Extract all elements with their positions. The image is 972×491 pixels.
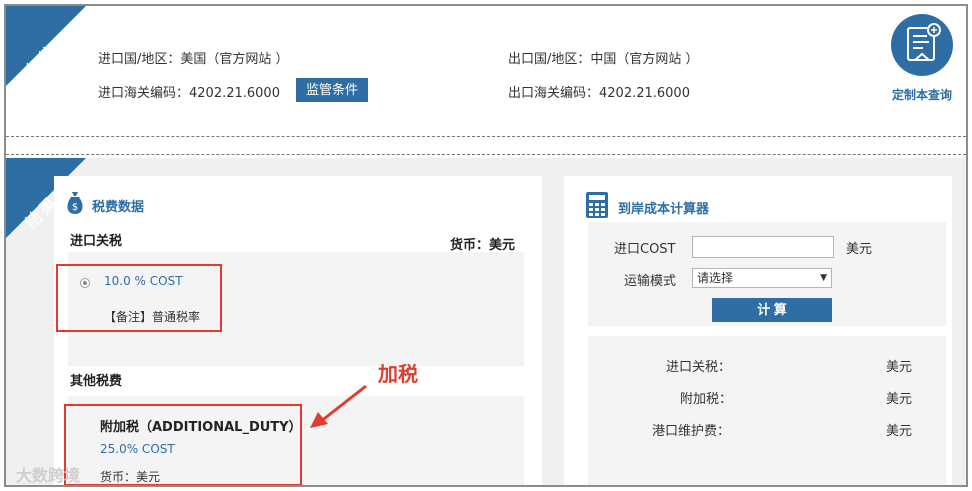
conditions-section: 条件 进口国/地区：美国（官方网站 ） 进口海关编码：4202.21.6000 … bbox=[6, 6, 966, 136]
divider-top bbox=[6, 136, 966, 137]
custom-query-label: 定制本查询 bbox=[891, 88, 952, 102]
custom-query-button[interactable]: 定制本查询 bbox=[884, 14, 960, 103]
result-import-duty-unit: 美元 bbox=[886, 360, 913, 375]
calculator-input-box: 进口COST 美元 运输模式 请选择 ▼ 计 算 bbox=[588, 222, 946, 326]
other-taxes-label: 其他税费 bbox=[70, 374, 123, 389]
money-bag-icon: $ bbox=[67, 192, 83, 214]
calculator-panel: 到岸成本计算器 进口COST 美元 运输模式 请选择 ▼ 计 算 进口关税： 美… bbox=[564, 176, 952, 485]
transport-mode-value: 请选择 bbox=[697, 271, 734, 285]
result-additional-duty-unit: 美元 bbox=[886, 392, 913, 407]
svg-text:$: $ bbox=[72, 202, 78, 213]
result-additional-duty-label: 附加税： bbox=[680, 392, 733, 407]
result-port-fee-unit: 美元 bbox=[886, 424, 913, 439]
calculate-button[interactable]: 计 算 bbox=[712, 298, 832, 322]
calculator-title: 到岸成本计算器 bbox=[618, 202, 710, 217]
supervision-conditions-button[interactable]: 监管条件 bbox=[296, 78, 368, 102]
divider-bottom bbox=[6, 154, 966, 155]
transport-mode-select[interactable]: 请选择 ▼ bbox=[692, 268, 832, 288]
page-frame: 条件 进口国/地区：美国（官方网站 ） 进口海关编码：4202.21.6000 … bbox=[4, 4, 968, 487]
result-port-fee-label: 港口维护费： bbox=[652, 424, 731, 439]
import-cost-label: 进口COST bbox=[614, 242, 676, 257]
import-cost-input[interactable] bbox=[692, 236, 834, 258]
annotation-box-duty bbox=[56, 264, 222, 332]
export-customs-code: 出口海关编码：4202.21.6000 bbox=[508, 86, 690, 101]
certificate-icon bbox=[891, 14, 953, 76]
watermark: 大数跨境 bbox=[16, 466, 81, 485]
arrow-icon bbox=[310, 384, 367, 428]
chevron-down-icon: ▼ bbox=[820, 273, 827, 283]
results-section: 结果 $ 税费数据 进口关税 货币：美元 10.0 % COST 【备注】普通税… bbox=[6, 158, 966, 485]
import-duty-label: 进口关税 bbox=[70, 234, 123, 249]
calculator-results-box: 进口关税： 美元 附加税： 美元 港口维护费： 美元 bbox=[588, 336, 946, 485]
import-cost-unit: 美元 bbox=[846, 242, 873, 257]
calculator-icon bbox=[586, 192, 608, 218]
transport-mode-label: 运输模式 bbox=[624, 274, 677, 289]
annotation-label: 加税 bbox=[378, 362, 418, 386]
annotation-box-additional bbox=[64, 404, 302, 485]
import-customs-code: 进口海关编码：4202.21.6000 bbox=[98, 86, 280, 101]
import-country: 进口国/地区：美国（官方网站 ） bbox=[98, 52, 289, 67]
currency-label: 货币：美元 bbox=[450, 238, 516, 253]
tax-data-title: 税费数据 bbox=[92, 200, 145, 215]
result-import-duty-label: 进口关税： bbox=[666, 360, 732, 375]
export-country: 出口国/地区：中国（官方网站 ） bbox=[508, 52, 699, 67]
